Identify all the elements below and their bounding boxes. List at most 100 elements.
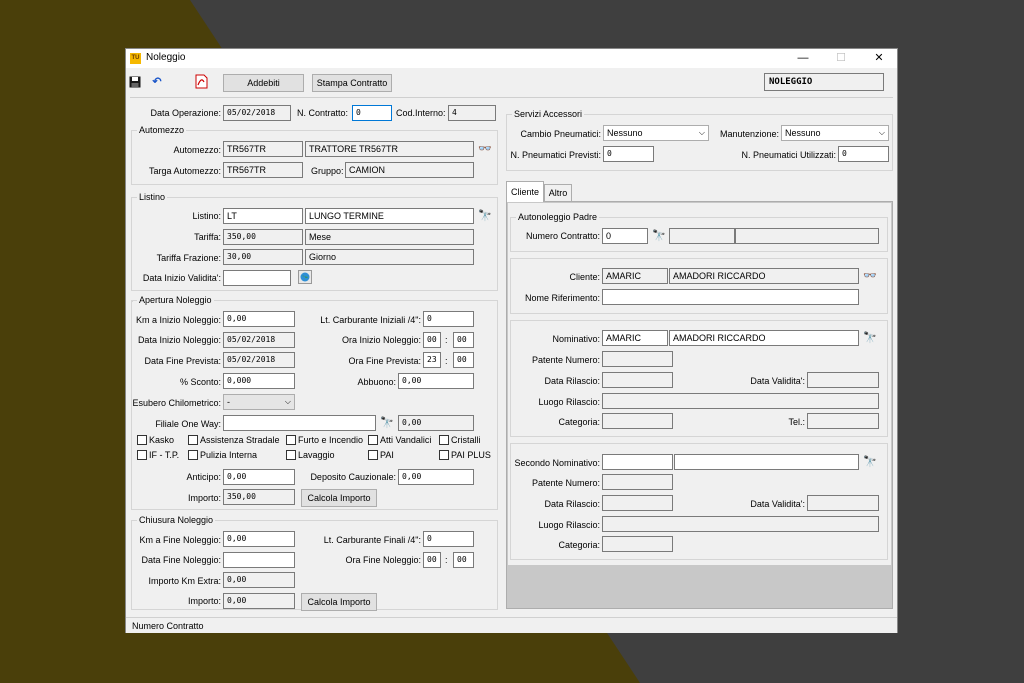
listino-desc-field[interactable]: LUNGO TERMINE: [305, 208, 474, 224]
undo-icon[interactable]: ↶: [151, 76, 163, 88]
pulizia-interna-checkbox[interactable]: [188, 450, 198, 460]
minimize-button[interactable]: —: [788, 50, 818, 67]
pneumatici-utilizzati-field[interactable]: 0: [838, 146, 889, 162]
nominativo-code-field[interactable]: AMARIC: [602, 330, 668, 346]
manutenzione-dropdown[interactable]: Nessuno ⌵: [781, 125, 889, 141]
pulizia-interna-label: Pulizia Interna: [200, 450, 258, 460]
categoria-label: Categoria:: [558, 417, 600, 427]
lt-carb-finali-label: Lt. Carburante Finali /4":: [323, 535, 421, 545]
data-operazione-field[interactable]: 05/02/2018: [223, 105, 291, 121]
km-fine-field[interactable]: 0,00: [223, 531, 295, 547]
secondo-name-field[interactable]: [674, 454, 859, 470]
assistenza-stradale-checkbox[interactable]: [188, 435, 198, 445]
automezzo-code-field[interactable]: TR567TR: [223, 141, 303, 157]
data-fine-prevista-label: Data Fine Prevista:: [144, 356, 221, 366]
globe-icon[interactable]: [297, 270, 313, 286]
nominativo-name-field[interactable]: AMADORI RICCARDO: [669, 330, 859, 346]
deposito-label: Deposito Cauzionale:: [310, 472, 396, 482]
binoculars-icon[interactable]: 👓: [477, 141, 493, 157]
padre-code-field: [669, 228, 735, 244]
tab-altro[interactable]: Altro: [544, 184, 572, 201]
data-fine-noleggio-field[interactable]: [223, 552, 295, 568]
furto-incendio-checkbox[interactable]: [286, 435, 296, 445]
filiale-field[interactable]: [223, 415, 376, 431]
pai-plus-checkbox[interactable]: [439, 450, 449, 460]
data-inizio-validita-field[interactable]: [223, 270, 291, 286]
manutenzione-label: Manutenzione:: [719, 129, 779, 139]
ora-fine-prevista-minute-field[interactable]: 00: [453, 352, 474, 368]
ora-inizio-minute-field[interactable]: 00: [453, 332, 474, 348]
categoria-field: [602, 536, 673, 552]
abbuono-field[interactable]: 0,00: [398, 373, 474, 389]
ora-fine-hour-field[interactable]: 00: [423, 552, 441, 568]
deposito-field[interactable]: 0,00: [398, 469, 474, 485]
numero-contratto-field[interactable]: 0: [602, 228, 648, 244]
kasko-checkbox[interactable]: [137, 435, 147, 445]
binoculars-icon[interactable]: 🔭: [379, 415, 395, 431]
if-tp-checkbox[interactable]: [137, 450, 147, 460]
close-button[interactable]: ✕: [864, 50, 894, 67]
nominativo-label: Nominativo:: [552, 334, 600, 344]
time-separator: :: [445, 555, 448, 565]
binoculars-icon[interactable]: 👓: [862, 268, 878, 284]
maximize-button[interactable]: ☐: [826, 50, 856, 67]
nome-riferimento-field[interactable]: [602, 289, 859, 305]
luogo-rilascio-field: [602, 516, 879, 532]
luogo-rilascio-field: [602, 393, 879, 409]
esubero-value: -: [227, 397, 230, 407]
data-rilascio-field: [602, 495, 673, 511]
gruppo-field: CAMION: [345, 162, 474, 178]
binoculars-icon[interactable]: 🔭: [477, 208, 493, 224]
calcola-importo-button[interactable]: Calcola Importo: [301, 489, 377, 507]
sconto-field[interactable]: 0,000: [223, 373, 295, 389]
ora-fine-prevista-hour-field[interactable]: 23: [423, 352, 441, 368]
padre-desc-field: [735, 228, 879, 244]
data-fine-prevista-field[interactable]: 05/02/2018: [223, 352, 295, 368]
cod-interno-label: Cod.Interno:: [396, 108, 446, 118]
gruppo-label: Gruppo:: [311, 166, 344, 176]
lt-carb-finali-field[interactable]: 0: [423, 531, 474, 547]
cambio-pneumatici-dropdown[interactable]: Nessuno ⌵: [603, 125, 709, 141]
km-inizio-field[interactable]: 0,00: [223, 311, 295, 327]
mode-indicator: NOLEGGIO: [764, 73, 884, 91]
tab-cliente[interactable]: Cliente: [506, 181, 544, 202]
atti-vandalici-checkbox[interactable]: [368, 435, 378, 445]
cristalli-checkbox[interactable]: [439, 435, 449, 445]
binoculars-icon[interactable]: 🔭: [862, 454, 878, 470]
stampa-contratto-button[interactable]: Stampa Contratto: [312, 74, 392, 92]
secondo-code-field[interactable]: [602, 454, 673, 470]
listino-code-field[interactable]: LT: [223, 208, 303, 224]
ora-inizio-hour-field[interactable]: 00: [423, 332, 441, 348]
pneumatici-previsti-label: N. Pneumatici Previsti:: [510, 150, 601, 160]
binoculars-icon[interactable]: 🔭: [651, 228, 667, 244]
tariffa-frazione-label: Tariffa Frazione:: [156, 253, 221, 263]
lt-carb-iniziali-label: Lt. Carburante Iniziali /4":: [320, 315, 421, 325]
lt-carb-iniziali-field[interactable]: 0: [423, 311, 474, 327]
if-tp-label: IF - T.P.: [149, 450, 180, 460]
esubero-dropdown[interactable]: - ⌵: [223, 394, 295, 410]
pneumatici-previsti-field[interactable]: 0: [603, 146, 654, 162]
data-validita-label: Data Validita':: [750, 376, 805, 386]
cambio-pneumatici-label: Cambio Pneumatici:: [520, 129, 601, 139]
cliente-label: Cliente:: [569, 272, 600, 282]
calcola-importo-chiusura-button[interactable]: Calcola Importo: [301, 593, 377, 611]
data-inizio-noleggio-field: 05/02/2018: [223, 332, 295, 348]
frazione-unit-field: Giorno: [305, 249, 474, 265]
binoculars-icon[interactable]: 🔭: [862, 330, 878, 346]
patente-label: Patente Numero:: [531, 355, 600, 365]
floppy-disk-icon[interactable]: [129, 76, 141, 88]
n-contratto-field[interactable]: 0: [352, 105, 392, 121]
pai-checkbox[interactable]: [368, 450, 378, 460]
chevron-down-icon: ⌵: [284, 397, 291, 406]
furto-incendio-label: Furto e Incendio: [298, 435, 364, 445]
addebiti-button[interactable]: Addebiti: [223, 74, 304, 92]
pdf-icon[interactable]: [195, 74, 208, 89]
time-separator: :: [445, 335, 448, 345]
targa-field: TR567TR: [223, 162, 303, 178]
tariffa-label: Tariffa:: [194, 232, 221, 242]
automezzo-title: Automezzo: [137, 124, 187, 136]
anticipo-field[interactable]: 0,00: [223, 469, 295, 485]
ora-fine-minute-field[interactable]: 00: [453, 552, 474, 568]
lavaggio-checkbox[interactable]: [286, 450, 296, 460]
ora-fine-label: Ora Fine Noleggio:: [345, 555, 421, 565]
